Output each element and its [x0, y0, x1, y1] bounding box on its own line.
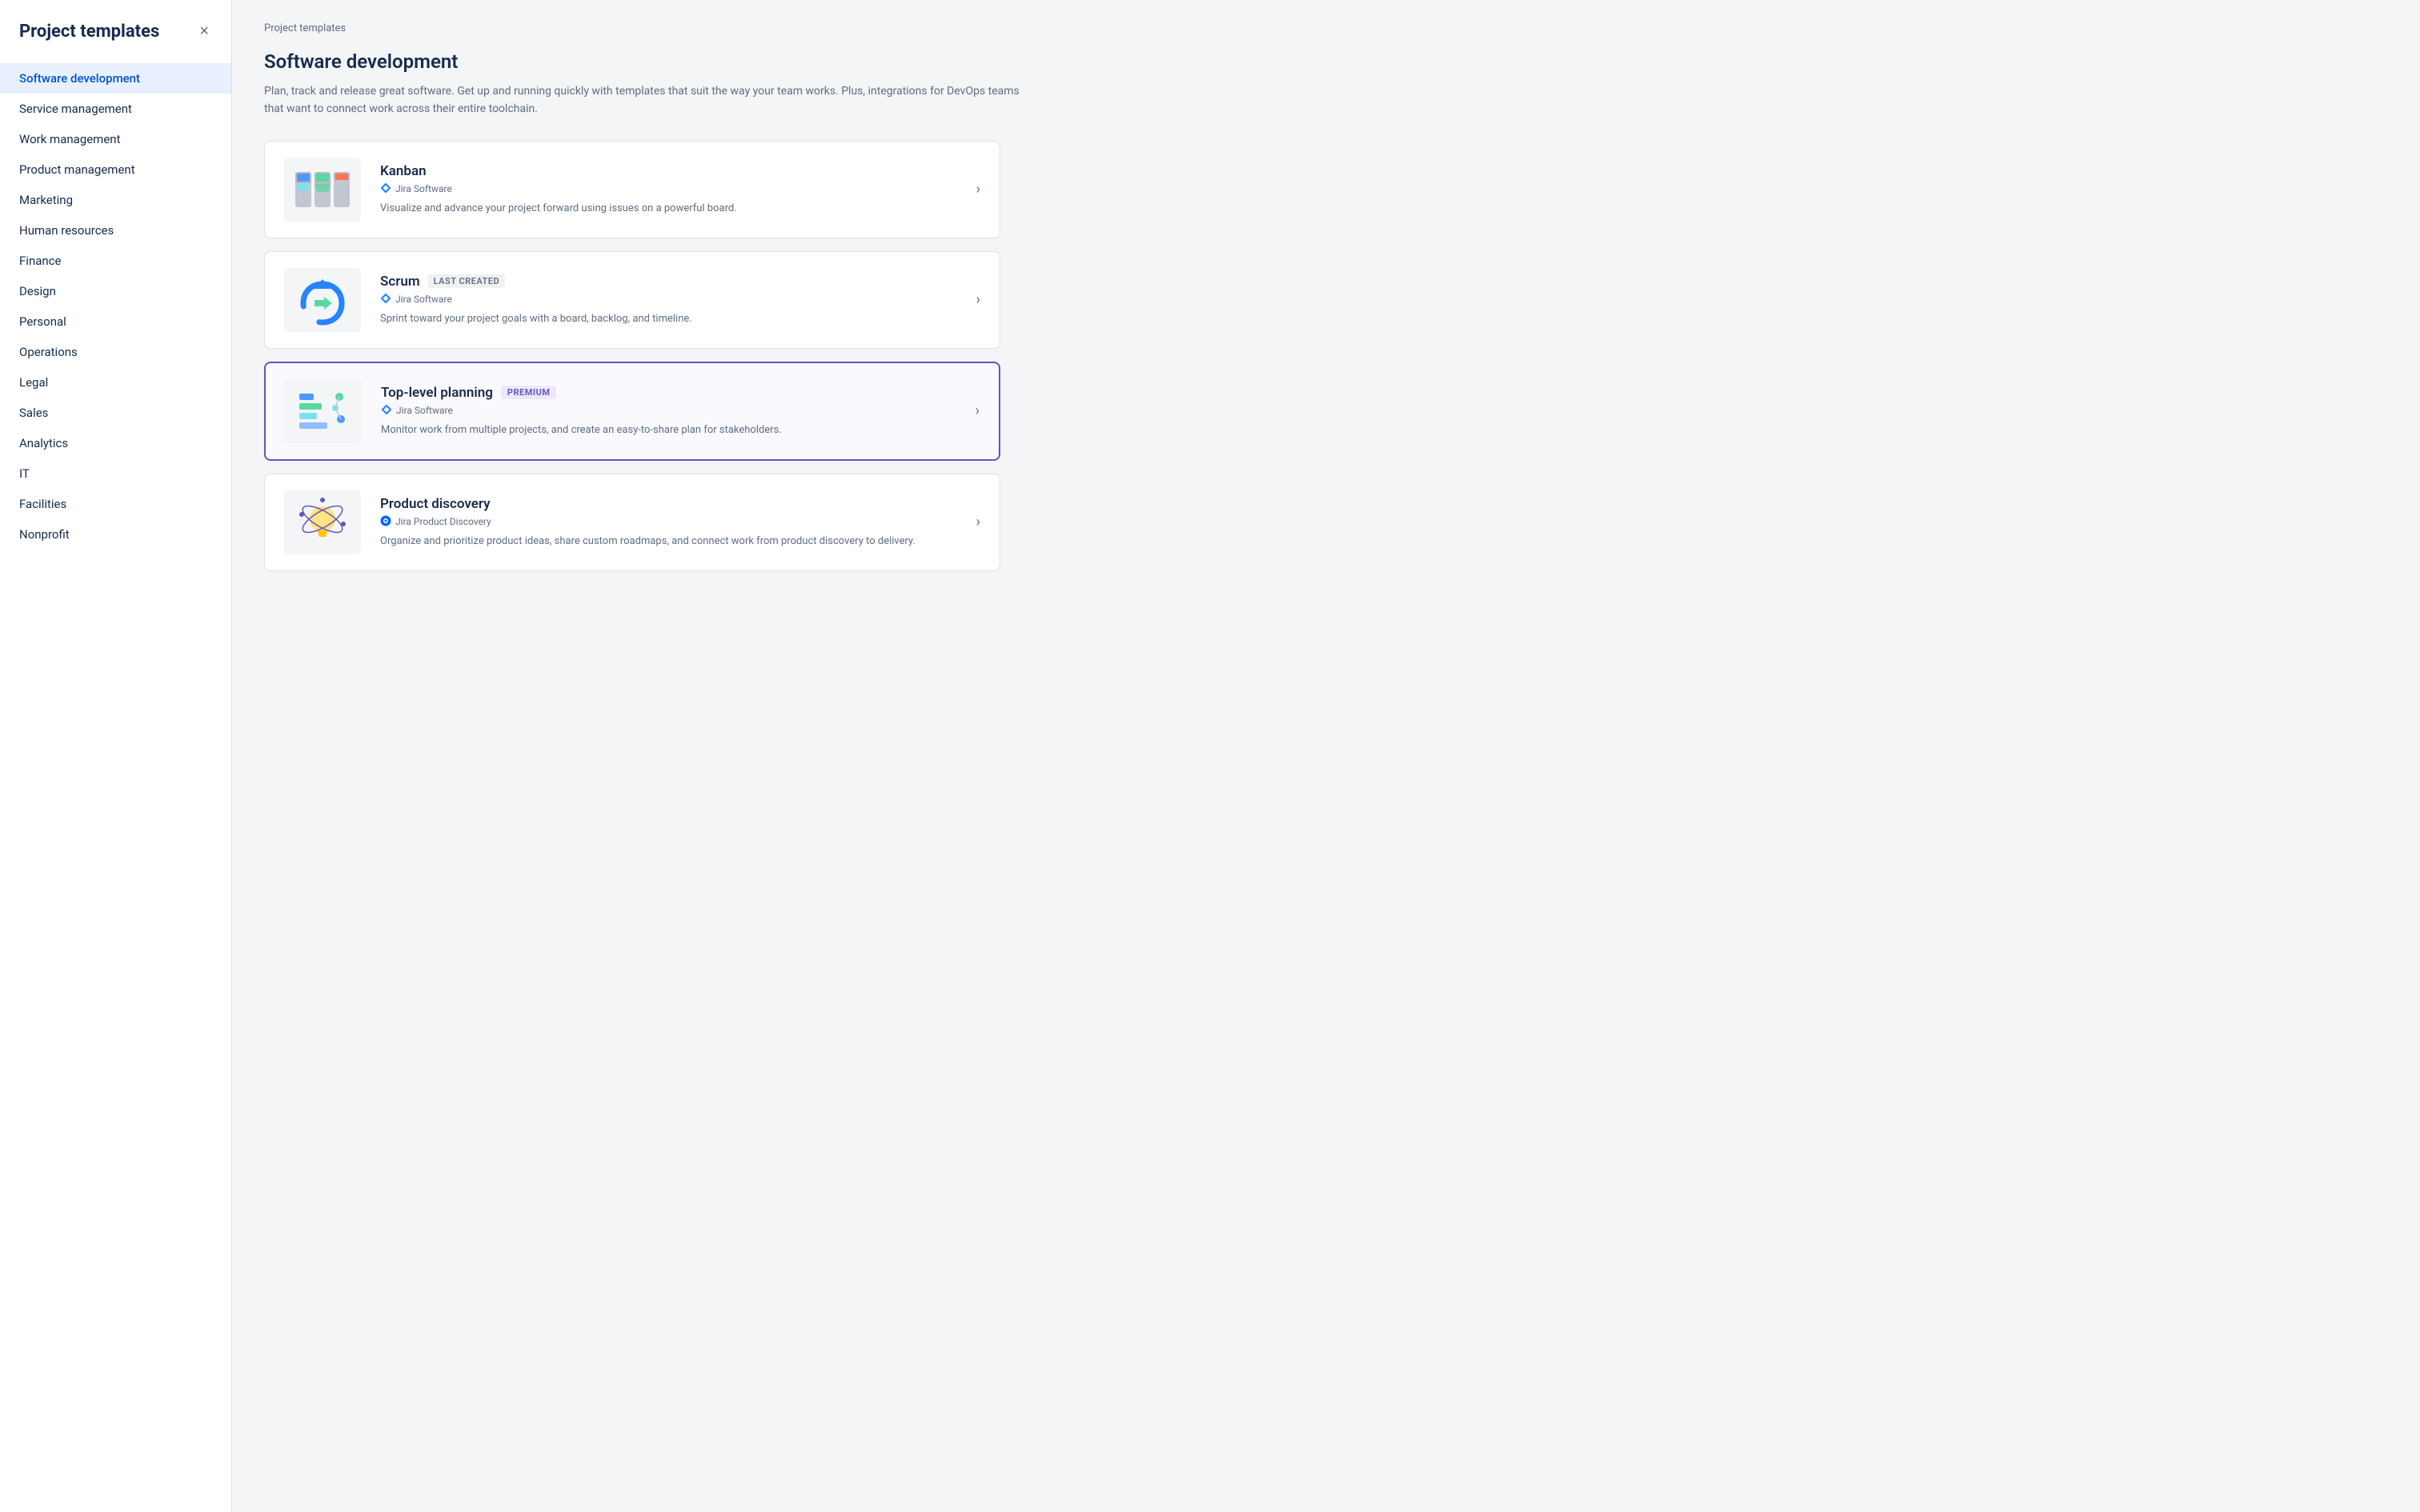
- template-info-scrum: Scrum LAST CREATED Jira Software Sprint tow…: [380, 274, 967, 327]
- template-icon-top-level-planning: [285, 379, 362, 443]
- badge-premium-top-level-planning: PREMIUM: [501, 386, 557, 399]
- chevron-right-icon-kanban: ›: [976, 181, 980, 198]
- source-label-product-discovery: Jira Product Discovery: [395, 516, 491, 527]
- template-name-row-kanban: Kanban: [380, 163, 967, 179]
- template-name-top-level-planning: Top-level planning: [381, 385, 493, 401]
- template-card-top-level-planning[interactable]: Top-level planning PREMIUM Jira Software Mo…: [264, 362, 1000, 461]
- sidebar-item-finance[interactable]: Finance: [0, 246, 231, 276]
- source-label-scrum: Jira Software: [395, 294, 452, 305]
- chevron-right-icon-scrum: ›: [976, 291, 980, 308]
- main-content: Project templates Software development P…: [232, 0, 2420, 1512]
- source-icon-scrum: [380, 293, 391, 306]
- source-icon-product-discovery: [380, 515, 391, 529]
- sidebar-item-operations[interactable]: Operations: [0, 337, 231, 367]
- sidebar-item-marketing[interactable]: Marketing: [0, 185, 231, 215]
- section-title: Software development: [264, 50, 2388, 73]
- template-info-top-level-planning: Top-level planning PREMIUM Jira Software Mo…: [381, 385, 966, 438]
- source-icon-top-level-planning: [381, 404, 392, 418]
- source-label-kanban: Jira Software: [395, 183, 452, 194]
- sidebar-item-software-development[interactable]: Software development: [0, 63, 231, 94]
- sidebar-item-design[interactable]: Design: [0, 276, 231, 306]
- template-description-top-level-planning: Monitor work from multiple projects, and…: [381, 422, 966, 438]
- sidebar-item-sales[interactable]: Sales: [0, 398, 231, 428]
- template-description-scrum: Sprint toward your project goals with a …: [380, 311, 967, 327]
- badge-last-created-scrum: LAST CREATED: [428, 274, 506, 288]
- chevron-right-icon-top-level-planning: ›: [976, 402, 980, 419]
- template-source-product-discovery: Jira Product Discovery: [380, 515, 967, 529]
- sidebar-item-product-management[interactable]: Product management: [0, 154, 231, 185]
- template-cards-container: Kanban Jira Software Visualize and advance…: [264, 141, 2388, 571]
- template-icon-product-discovery: [284, 490, 361, 554]
- sidebar-item-service-management[interactable]: Service management: [0, 94, 231, 124]
- template-description-kanban: Visualize and advance your project forwa…: [380, 201, 967, 217]
- sidebar-item-it[interactable]: IT: [0, 458, 231, 489]
- template-card-scrum[interactable]: Scrum LAST CREATED Jira Software Sprint tow…: [264, 251, 1000, 349]
- breadcrumb: Project templates: [264, 22, 2388, 34]
- template-icon-kanban: [284, 158, 361, 222]
- sidebar-item-human-resources[interactable]: Human resources: [0, 215, 231, 246]
- sidebar-header: Project templates ×: [0, 19, 231, 63]
- close-button[interactable]: ×: [196, 19, 212, 44]
- template-source-kanban: Jira Software: [380, 182, 967, 196]
- template-info-kanban: Kanban Jira Software Visualize and advance…: [380, 163, 967, 217]
- sidebar-item-facilities[interactable]: Facilities: [0, 489, 231, 519]
- template-name-row-scrum: Scrum LAST CREATED: [380, 274, 967, 290]
- modal-overlay: Project templates × Software development…: [0, 0, 2420, 1512]
- template-card-product-discovery[interactable]: Product discovery Jira Product Discovery O…: [264, 474, 1000, 571]
- template-description-product-discovery: Organize and prioritize product ideas, s…: [380, 534, 967, 550]
- sidebar: Project templates × Software development…: [0, 0, 232, 1512]
- section-description: Plan, track and release great software. …: [264, 82, 1032, 118]
- sidebar-nav: Software developmentService managementWo…: [0, 63, 231, 550]
- template-info-product-discovery: Product discovery Jira Product Discovery O…: [380, 496, 967, 550]
- source-icon-kanban: [380, 182, 391, 196]
- template-name-kanban: Kanban: [380, 163, 427, 179]
- sidebar-item-personal[interactable]: Personal: [0, 306, 231, 337]
- template-name-scrum: Scrum: [380, 274, 420, 290]
- template-name-row-product-discovery: Product discovery: [380, 496, 967, 512]
- sidebar-item-nonprofit[interactable]: Nonprofit: [0, 519, 231, 550]
- sidebar-item-work-management[interactable]: Work management: [0, 124, 231, 154]
- template-source-top-level-planning: Jira Software: [381, 404, 966, 418]
- template-card-kanban[interactable]: Kanban Jira Software Visualize and advance…: [264, 141, 1000, 238]
- sidebar-item-legal[interactable]: Legal: [0, 367, 231, 398]
- template-source-scrum: Jira Software: [380, 293, 967, 306]
- template-name-product-discovery: Product discovery: [380, 496, 491, 512]
- template-name-row-top-level-planning: Top-level planning PREMIUM: [381, 385, 966, 401]
- template-icon-scrum: [284, 268, 361, 332]
- source-label-top-level-planning: Jira Software: [396, 405, 453, 416]
- sidebar-item-analytics[interactable]: Analytics: [0, 428, 231, 458]
- sidebar-title: Project templates: [19, 22, 159, 42]
- chevron-right-icon-product-discovery: ›: [976, 514, 980, 530]
